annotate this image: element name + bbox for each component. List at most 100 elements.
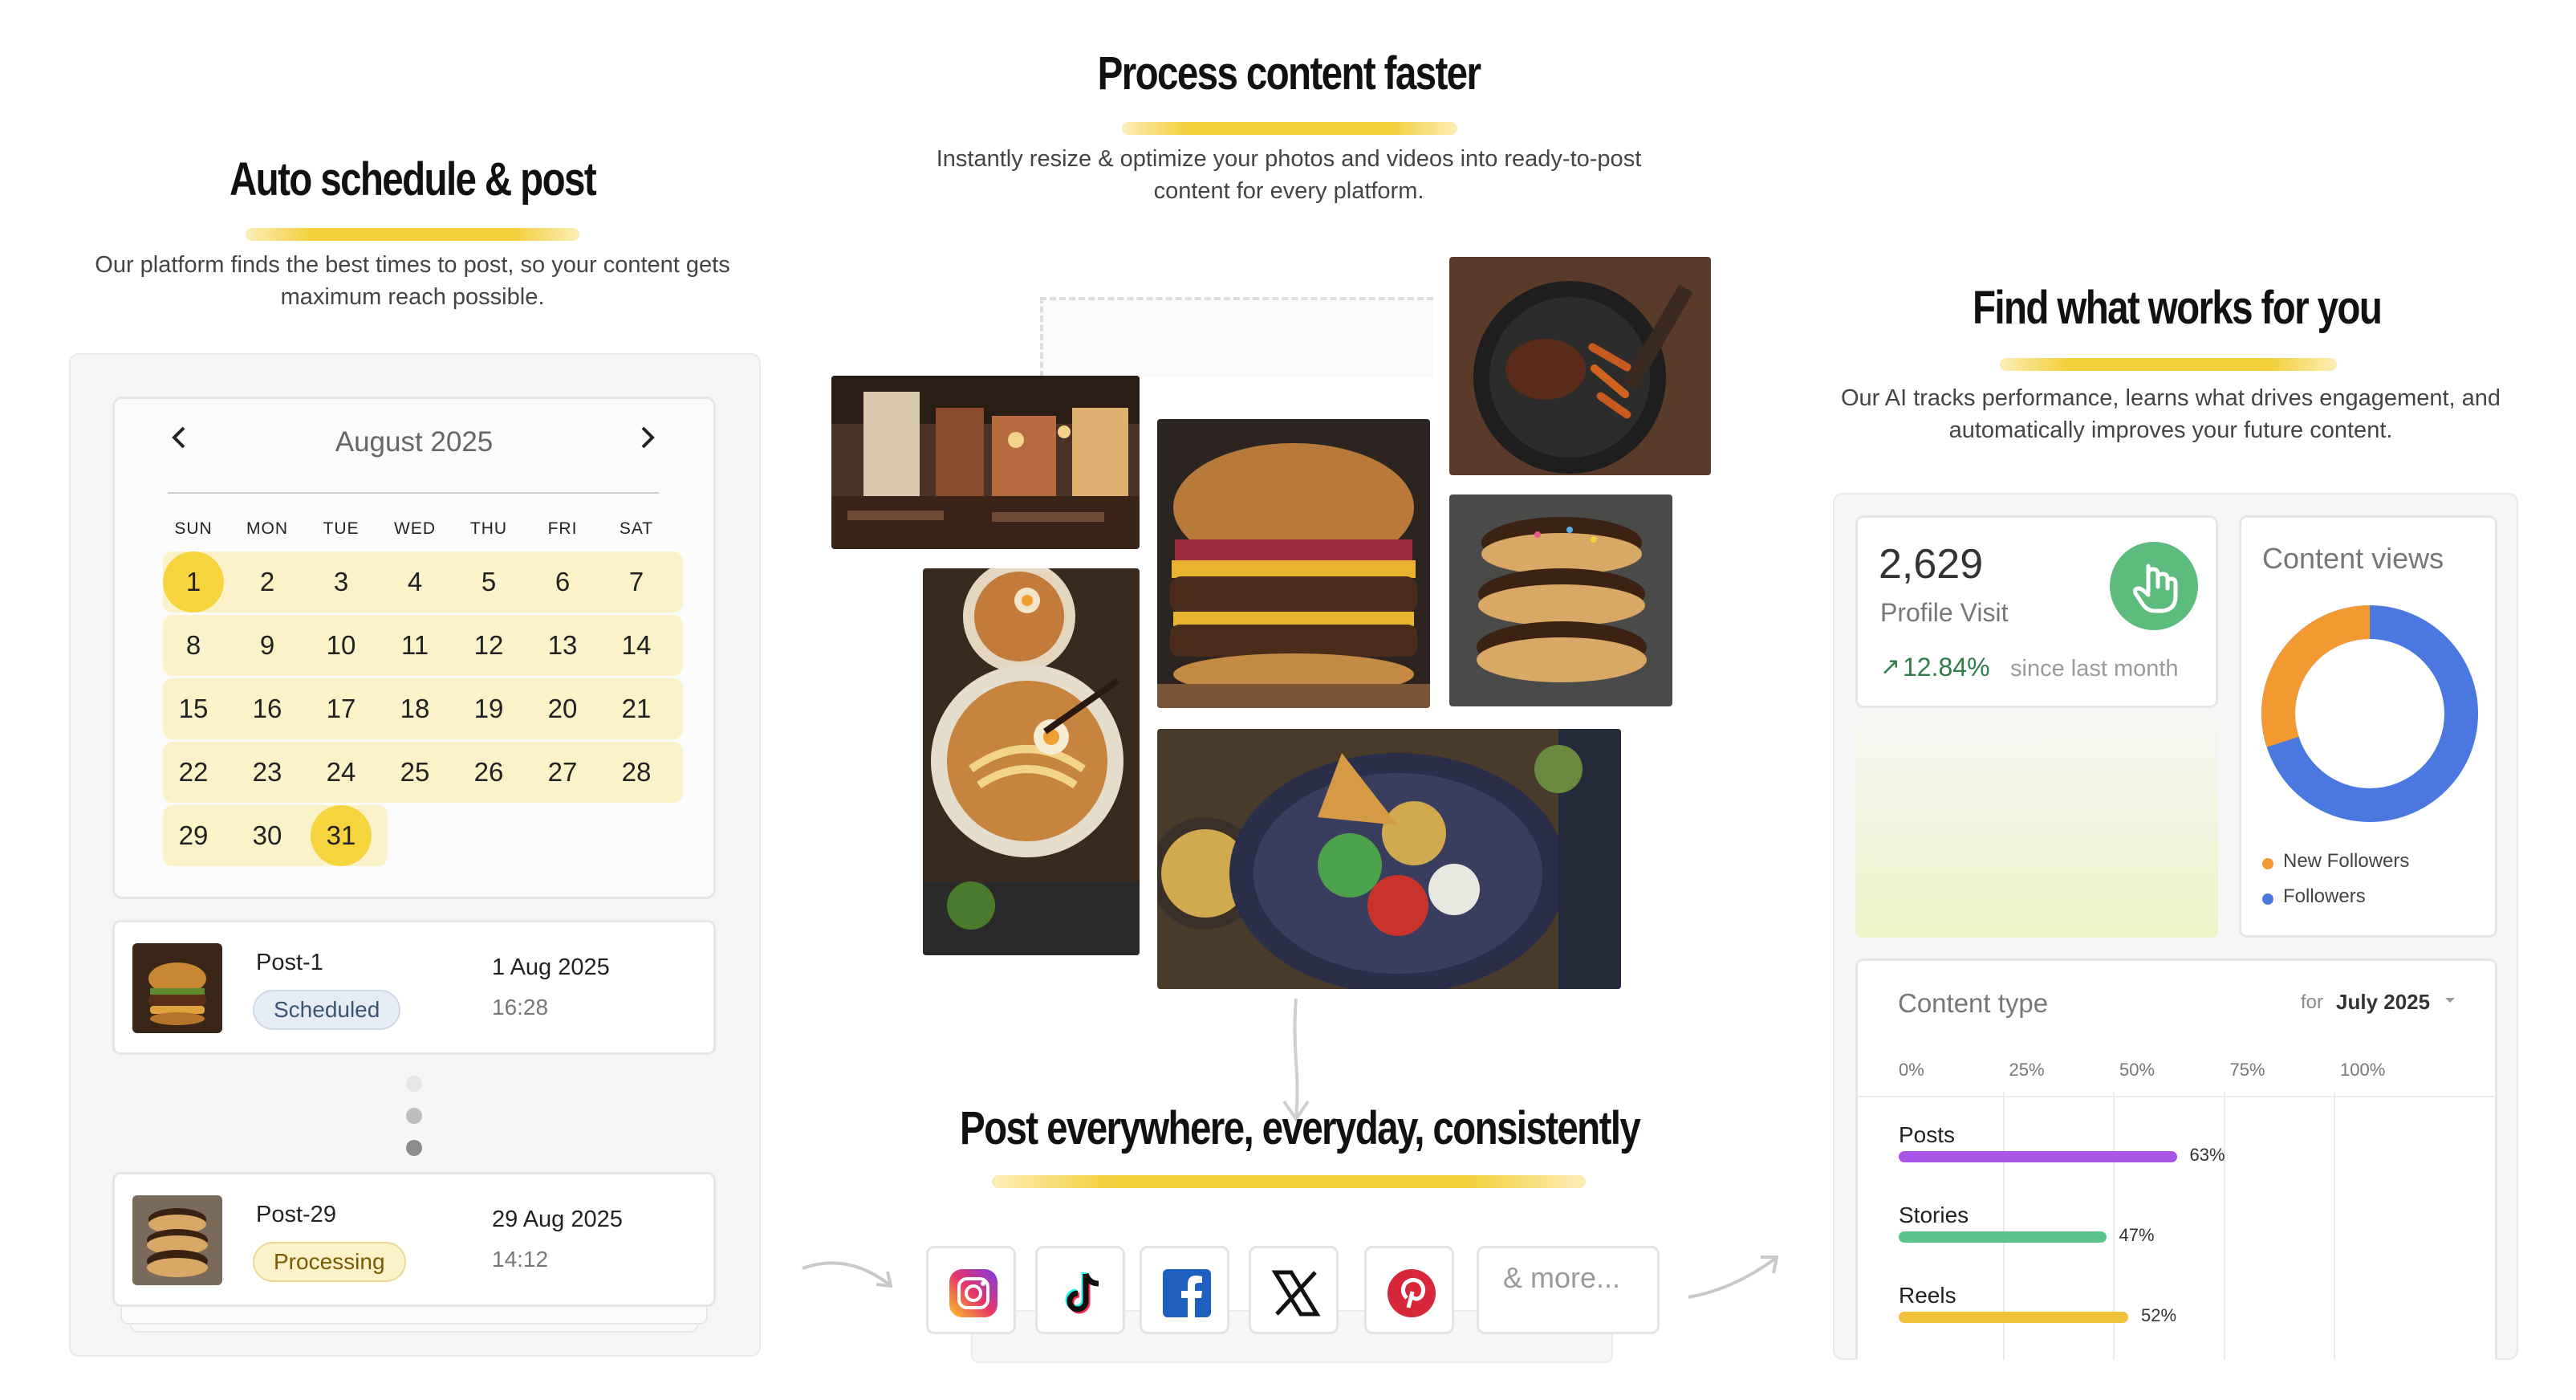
bar-reels [1899,1312,2128,1323]
legend-new-followers: New Followers [2283,850,2410,872]
trend-up-icon: ↗ [1880,653,1901,680]
pointer-hand-icon [2110,542,2198,630]
calendar-day[interactable]: 5 [458,551,519,612]
bar-value-label: 47% [2119,1225,2155,1245]
calendar-day[interactable]: 8 [163,615,224,676]
curve-arrow-icon [802,1261,893,1288]
axis-tick-label: 100% [2340,1060,2386,1080]
calendar-day[interactable]: 30 [237,805,298,866]
content-views-title: Content views [2262,542,2444,575]
weekday-label: WED [394,519,436,538]
calendar-day[interactable]: 12 [458,615,519,676]
title-underline [992,1175,1586,1188]
facebook-button[interactable] [1140,1246,1229,1334]
calendar-day[interactable]: 27 [532,742,593,803]
weekday-label: SUN [174,519,213,538]
status-badge: Scheduled [253,990,401,1030]
calendar-day[interactable]: 10 [311,615,372,676]
insights-subtitle: Our AI tracks performance, learns what d… [1783,382,2558,446]
weekday-label: MON [246,519,288,538]
calendar-day[interactable]: 31 [311,805,372,866]
calendar-day[interactable]: 7 [606,551,667,612]
content-views-card: Content views New Followers Followers [2239,515,2497,938]
post-time: 16:28 [492,995,549,1019]
bar-stories [1899,1231,2107,1243]
calendar-day[interactable]: 22 [163,742,224,803]
bar-label: Reels [1899,1283,1956,1308]
calendar-day[interactable]: 23 [237,742,298,803]
month-filter[interactable]: July 2025 [2336,990,2430,1015]
progress-dot [406,1140,422,1156]
title-underline [2000,358,2337,371]
calendar-day[interactable]: 15 [163,678,224,739]
grid-line [2223,1092,2225,1360]
post-card[interactable]: Post-1 Scheduled 1 Aug 2025 16:28 [112,920,716,1055]
calendar-day[interactable]: 29 [163,805,224,866]
process-subtitle-line1: Instantly resize & optimize your photos … [936,146,1642,172]
progress-dot [406,1108,422,1124]
axis-tick-label: 0% [1899,1060,1924,1080]
calendar-day[interactable]: 9 [237,615,298,676]
insights-subtitle-line2: automatically improves your future conte… [1948,417,2393,443]
schedule-subtitle-line1: Our platform finds the best times to pos… [95,252,730,278]
calendar-day[interactable]: 4 [384,551,445,612]
profile-visit-label: Profile Visit [1880,598,2009,627]
chevron-down-icon[interactable] [2442,993,2458,1013]
post-title: Post-29 [256,1202,336,1227]
calendar-day[interactable]: 11 [384,615,445,676]
tiktok-button[interactable] [1035,1246,1125,1334]
post-date: 1 Aug 2025 [492,954,610,980]
grid-line [2334,1092,2335,1360]
chevron-right-icon[interactable] [635,421,659,462]
salad-bowl-photo [1157,729,1621,989]
title-underline [246,228,579,241]
weekday-label: TUE [323,519,360,538]
crop-frame [1040,297,1433,377]
bar-posts [1899,1151,2177,1162]
calendar-day[interactable]: 21 [606,678,667,739]
burger-photo [1157,419,1430,708]
title-underline [1122,122,1457,135]
profile-visit-change: 12.84% [1903,653,1990,682]
bar-value-label: 63% [2189,1145,2225,1165]
calendar-day[interactable]: 18 [384,678,445,739]
calendar-day[interactable]: 1 [163,551,224,612]
profile-chart-area [1855,698,2218,938]
pinterest-icon [1388,1269,1436,1317]
calendar-day[interactable]: 13 [532,615,593,676]
calendar-day[interactable]: 28 [606,742,667,803]
filter-prefix: for [2301,991,2324,1013]
calendar-day[interactable]: 2 [237,551,298,612]
more-platforms-button[interactable]: & more... [1477,1246,1660,1334]
calendar-day[interactable]: 14 [606,615,667,676]
calendar-day[interactable]: 19 [458,678,519,739]
post-date: 29 Aug 2025 [492,1207,623,1232]
profile-visit-card: 2,629 Profile Visit ↗ 12.84% since last … [1855,515,2218,708]
calendar-day[interactable]: 16 [237,678,298,739]
weekday-label: SAT [619,519,654,538]
schedule-subtitle-line2: maximum reach possible. [280,284,545,310]
calendar-day[interactable]: 3 [311,551,372,612]
burger-thumbnail [132,943,222,1033]
calendar-day[interactable]: 17 [311,678,372,739]
status-badge: Processing [253,1242,406,1282]
x-button[interactable] [1249,1246,1339,1334]
profile-visit-change-suffix: since last month [2010,656,2179,682]
calendar-day[interactable]: 25 [384,742,445,803]
instagram-button[interactable] [926,1246,1016,1334]
calendar-day[interactable]: 24 [311,742,372,803]
pinterest-button[interactable] [1364,1246,1454,1334]
bar-label: Posts [1899,1122,1956,1147]
curve-arrow-icon [1688,1256,1779,1299]
facebook-icon [1163,1269,1211,1317]
profile-visit-value: 2,629 [1879,541,1984,588]
legend-followers: Followers [2283,885,2366,907]
calendar-day[interactable]: 6 [532,551,593,612]
post-card[interactable]: Post-29 Processing 29 Aug 2025 14:12 [112,1172,716,1307]
calendar-day[interactable]: 26 [458,742,519,803]
calendar-day[interactable]: 20 [532,678,593,739]
calendar-divider [168,492,659,494]
legend-dot-followers [2262,893,2273,905]
donuts-photo [1449,494,1672,706]
chart-axis-rule [1858,1096,2495,1097]
